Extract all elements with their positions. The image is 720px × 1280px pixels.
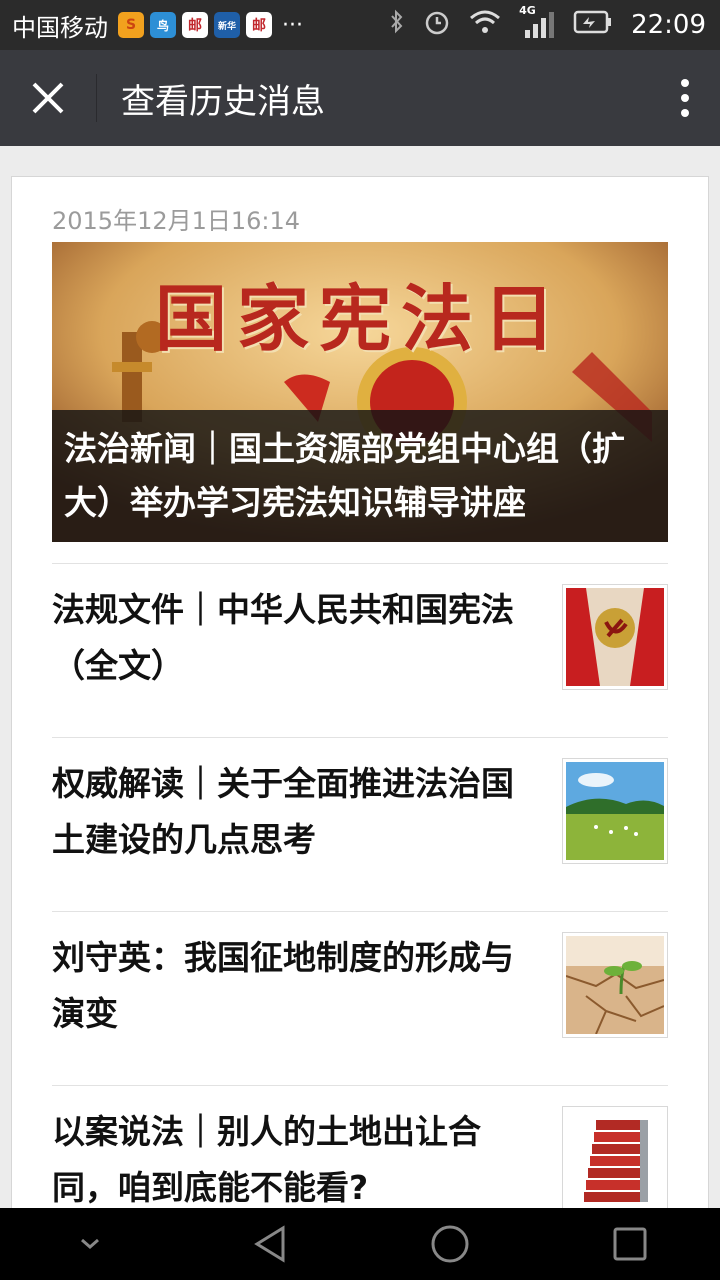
- cellular-signal-icon: 4G: [519, 4, 555, 40]
- back-button[interactable]: [230, 1208, 310, 1280]
- article-title: 法规文件｜中华人民共和国宪法（全文）: [52, 590, 514, 685]
- article-thumbnail: [562, 758, 668, 864]
- article-thumbnail: [562, 584, 668, 690]
- grassland-icon: [566, 762, 664, 860]
- recent-apps-button[interactable]: [590, 1208, 670, 1280]
- title-divider: [96, 74, 97, 122]
- hero-title-overlay: 法治新闻｜国土资源部党组中心组（扩大）举办学习宪法知识辅导讲座: [52, 410, 668, 542]
- alarm-icon: [423, 8, 451, 42]
- carrier-label: 中国移动: [12, 13, 108, 42]
- article-title: 以案说法｜别人的土地出让合同，咱到底能不能看?: [52, 1112, 481, 1207]
- title-bar: 查看历史消息: [0, 50, 720, 146]
- bird-app-icon: 鸟: [150, 12, 176, 38]
- hero-title: 法治新闻｜国土资源部党组中心组（扩大）举办学习宪法知识辅导讲座: [64, 429, 625, 522]
- close-button[interactable]: [0, 50, 96, 146]
- hide-keyboard-button[interactable]: [50, 1208, 130, 1280]
- hero-article[interactable]: 国家宪法日 法治新闻｜国土资源部党组中心组（扩大）举办学习宪法知识辅导讲座: [52, 242, 668, 542]
- status-bar: 中国移动 S 鸟 邮 新华 邮 ··· 4G 22:09: [0, 0, 720, 50]
- more-notifications-icon: ···: [282, 12, 303, 38]
- home-circle-icon: [431, 1225, 469, 1263]
- list-item[interactable]: 以案说法｜别人的土地出让合同，咱到底能不能看?: [52, 1085, 668, 1217]
- list-item[interactable]: 权威解读｜关于全面推进法治国土建设的几点思考: [52, 737, 668, 910]
- page-title: 查看历史消息: [121, 81, 325, 122]
- party-flag-icon: [566, 588, 664, 686]
- bluetooth-icon: [389, 8, 405, 42]
- article-thumbnail: [562, 1106, 668, 1212]
- message-date: 2015年12月1日16:14: [52, 207, 301, 235]
- wifi-icon: [469, 9, 501, 41]
- article-title: 刘守英：我国征地制度的形成与演变: [52, 938, 514, 1033]
- system-navigation-bar: [0, 1208, 720, 1280]
- xinhua-app-icon: 新华: [214, 12, 240, 38]
- chevron-down-icon: [81, 1238, 99, 1249]
- post-app-icon: 邮: [182, 12, 208, 38]
- more-vertical-icon: [681, 79, 689, 117]
- message-card: 2015年12月1日16:14 国家宪法日 法治新闻｜国土资源部党组中心组（扩大…: [11, 176, 709, 1217]
- cracked-earth-sprout-icon: [566, 936, 664, 1034]
- clock: 22:09: [631, 10, 706, 40]
- list-item[interactable]: 法规文件｜中华人民共和国宪法（全文）: [52, 563, 668, 736]
- sohu-app-icon: S: [118, 12, 144, 38]
- post-app-icon-2: 邮: [246, 12, 272, 38]
- binders-stack-icon: [566, 1110, 664, 1208]
- article-title: 权威解读｜关于全面推进法治国土建设的几点思考: [52, 764, 514, 859]
- hero-banner-text: 国家宪法日: [154, 276, 565, 361]
- more-options-button[interactable]: [650, 50, 720, 146]
- list-item[interactable]: 刘守英：我国征地制度的形成与演变: [52, 911, 668, 1084]
- battery-icon: [573, 9, 613, 41]
- back-triangle-icon: [254, 1225, 285, 1263]
- article-thumbnail: [562, 932, 668, 1038]
- recent-apps-square-icon: [613, 1227, 647, 1261]
- home-button[interactable]: [410, 1208, 490, 1280]
- close-icon: [32, 82, 64, 114]
